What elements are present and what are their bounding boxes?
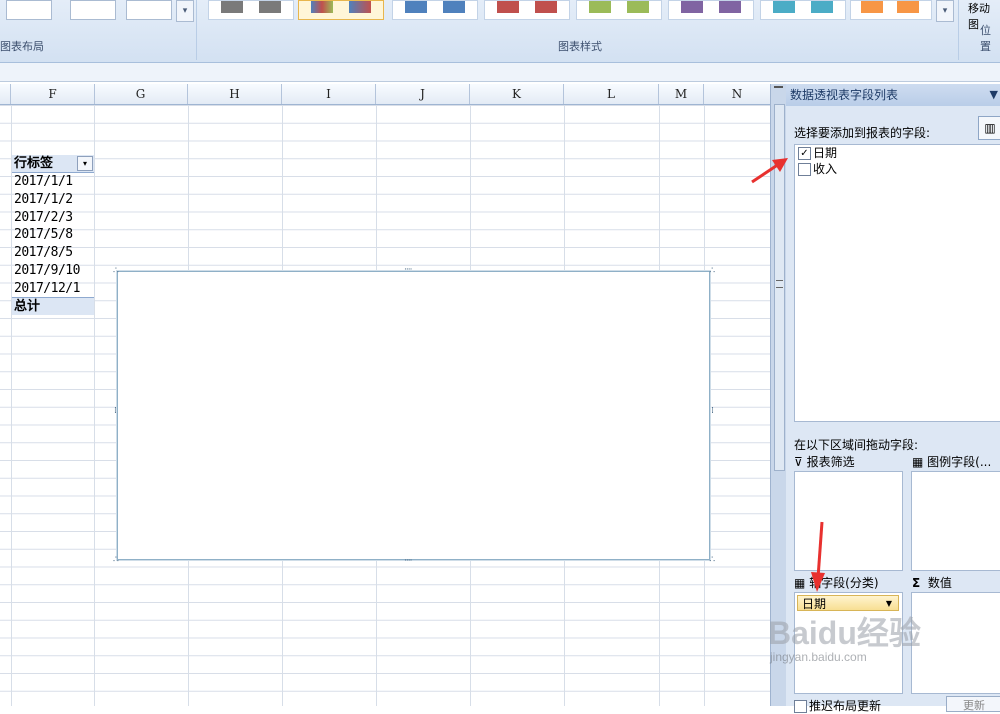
resize-handle[interactable]: ⁞	[711, 407, 714, 416]
location-group: 移动图 位置	[962, 0, 1000, 60]
column-header[interactable]: N	[704, 84, 771, 104]
style-swatch[interactable]	[392, 0, 478, 20]
layout-thumbnail[interactable]	[6, 0, 52, 20]
report-filter-label: 报表筛选	[806, 455, 855, 469]
layout-more-icon[interactable]: ▾	[176, 0, 194, 22]
resize-handle[interactable]: ····	[404, 266, 413, 275]
values-label: 数值	[927, 576, 952, 590]
pivot-row-labels-header[interactable]: 行标签 ▾	[12, 155, 94, 173]
column-header[interactable]: I	[282, 84, 376, 104]
axis-field-label: 日期	[802, 597, 827, 611]
style-swatch[interactable]	[576, 0, 662, 20]
choose-fields-label: 选择要添加到报表的字段:	[794, 126, 931, 140]
styles-more-icon[interactable]: ▾	[936, 0, 954, 22]
resize-handle[interactable]: ····	[404, 557, 413, 566]
column-header[interactable]: M	[659, 84, 704, 104]
update-button[interactable]: 更新	[946, 696, 1000, 712]
red-arrow-icon	[811, 521, 825, 592]
pivot-row[interactable]: 2017/9/10	[12, 262, 94, 280]
chart-layout-group: ▾ 图表布局	[0, 0, 197, 60]
pivot-field-list-panel: 数据透视表字段列表 ▼ 选择要添加到报表的字段: ▥ ✓ 日期 收入 在以下区域间…	[786, 84, 1000, 713]
empty-pivot-chart[interactable]: ∴ ···· ∴ ⁞ ⁞ ∴ ···· ∴	[113, 266, 715, 566]
legend-fields-area[interactable]	[911, 471, 1000, 571]
style-swatch[interactable]	[850, 0, 932, 20]
field-label: 日期	[813, 146, 838, 160]
pivot-header-label: 行标签	[14, 156, 54, 171]
panel-title: 数据透视表字段列表	[790, 88, 899, 102]
field-layout-icon[interactable]: ▥	[978, 116, 1000, 140]
drag-fields-label: 在以下区域间拖动字段:	[794, 438, 919, 452]
checkbox-icon[interactable]	[794, 700, 807, 713]
chart-styles-group: ▾ 图表样式	[202, 0, 959, 60]
axis-field-date[interactable]: 日期 ▼	[797, 595, 899, 611]
values-area[interactable]	[911, 592, 1000, 694]
pivot-row[interactable]: 2017/12/1	[12, 280, 94, 298]
style-swatch[interactable]	[760, 0, 846, 20]
filter-dropdown-icon[interactable]: ▾	[77, 156, 93, 171]
checkbox-icon[interactable]	[798, 163, 811, 176]
legend-fields-header: ▦ 图例字段(...	[912, 453, 991, 470]
values-header: Σ 数值	[912, 574, 952, 591]
pivot-grand-total[interactable]: 总计	[12, 297, 94, 316]
resize-handle[interactable]: ⁞	[114, 407, 117, 416]
pivot-row[interactable]: 2017/2/3	[12, 209, 94, 227]
field-label: 收入	[813, 162, 838, 176]
pivot-row[interactable]: 2017/1/1	[12, 173, 94, 191]
style-swatch-selected[interactable]	[298, 0, 384, 20]
sigma-icon: Σ	[912, 576, 921, 590]
style-swatch[interactable]	[668, 0, 754, 20]
filter-icon: ⊽	[794, 455, 803, 469]
formula-strip	[0, 63, 1000, 82]
style-swatch[interactable]	[484, 0, 570, 20]
defer-update-label: 推迟布局更新	[809, 699, 882, 713]
column-header[interactable]: L	[564, 84, 659, 104]
panel-menu-icon[interactable]: ▼	[990, 84, 998, 106]
pivot-table: 行标签 ▾ 2017/1/1 2017/1/2 2017/2/3 2017/5/…	[12, 155, 94, 316]
checkbox-checked-icon[interactable]: ✓	[798, 147, 811, 160]
field-item-date[interactable]: ✓ 日期	[798, 145, 837, 161]
field-list: ✓ 日期 收入	[794, 144, 1000, 422]
group-label: 位置	[980, 24, 991, 53]
column-header[interactable]: H	[188, 84, 282, 104]
resize-handle[interactable]: ∴	[113, 267, 119, 276]
layout-thumbnail[interactable]	[126, 0, 172, 20]
report-filter-header: ⊽ 报表筛选	[794, 453, 855, 470]
layout-thumbnail[interactable]	[70, 0, 116, 20]
style-swatch[interactable]	[208, 0, 294, 20]
axis-fields-area[interactable]: 日期 ▼	[794, 592, 903, 694]
scroll-up-icon[interactable]	[774, 86, 783, 94]
axis-fields-header: ▦ 轴字段(分类)	[794, 574, 879, 591]
legend-grid-icon: ▦	[912, 455, 924, 469]
group-label: 图表样式	[558, 40, 602, 53]
axis-grid-icon: ▦	[794, 576, 806, 590]
resize-handle[interactable]: ∴	[113, 556, 119, 565]
red-arrow-icon	[751, 158, 788, 184]
pivot-row[interactable]: 2017/1/2	[12, 191, 94, 209]
column-header[interactable]: K	[470, 84, 564, 104]
resize-handle[interactable]: ∴	[709, 267, 715, 276]
panel-title-bar: 数据透视表字段列表 ▼	[786, 84, 1000, 106]
column-headers: F G H I J K L M N	[0, 84, 771, 105]
legend-fields-label: 图例字段(...	[927, 455, 992, 469]
resize-handle[interactable]: ∴	[709, 556, 715, 565]
column-header[interactable]: J	[376, 84, 470, 104]
column-header[interactable]: G	[94, 84, 188, 104]
column-header[interactable]: F	[11, 84, 95, 104]
pivot-row[interactable]: 2017/8/5	[12, 244, 94, 262]
pivot-row[interactable]: 2017/5/8	[12, 226, 94, 244]
ribbon: ▾ 图表布局 ▾ 图表样式 移动图 位置	[0, 0, 1000, 63]
dropdown-arrow-icon[interactable]: ▼	[886, 596, 892, 612]
field-item-income[interactable]: 收入	[798, 161, 837, 177]
group-label: 图表布局	[0, 40, 44, 53]
